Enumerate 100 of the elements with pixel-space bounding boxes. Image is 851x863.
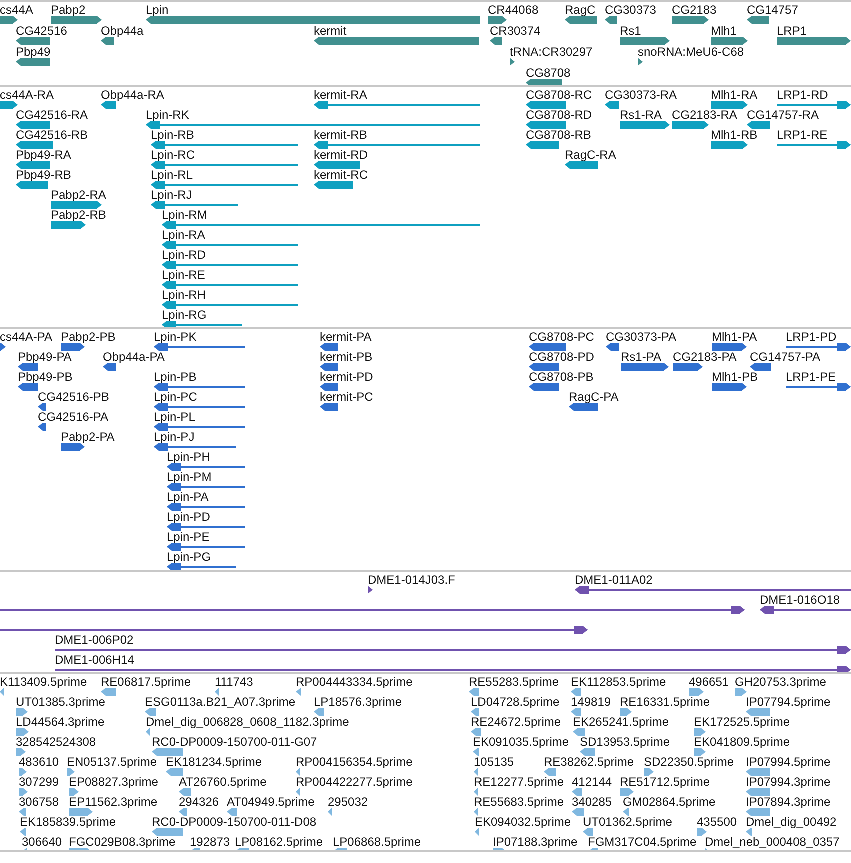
feature-glyph[interactable] <box>16 161 50 169</box>
feature-glyph[interactable] <box>320 403 338 411</box>
feature-glyph[interactable] <box>0 343 6 351</box>
feature-glyph[interactable] <box>638 58 643 66</box>
feature-glyph[interactable] <box>747 121 770 129</box>
feature-glyph[interactable] <box>672 16 709 24</box>
feature-glyph[interactable] <box>673 363 703 371</box>
feature-glyph[interactable] <box>529 383 559 391</box>
feature-glyph[interactable] <box>760 606 851 614</box>
feature-glyph[interactable] <box>18 383 38 391</box>
feature-glyph[interactable] <box>154 403 245 411</box>
feature-glyph[interactable] <box>16 181 48 189</box>
feature-glyph[interactable] <box>151 141 298 149</box>
feature-glyph[interactable] <box>61 343 85 351</box>
feature-label: snoRNA:MeU6-C68 <box>638 46 744 59</box>
feature-label: LP06868.5prime <box>333 836 422 849</box>
feature-glyph[interactable] <box>786 383 851 391</box>
feature-glyph[interactable] <box>605 101 619 109</box>
feature-glyph[interactable] <box>0 606 745 614</box>
feature-glyph[interactable] <box>526 121 566 129</box>
feature-glyph[interactable] <box>621 363 669 371</box>
feature-glyph[interactable] <box>747 16 769 24</box>
feature-glyph[interactable] <box>490 37 502 45</box>
feature-glyph[interactable] <box>55 666 851 672</box>
feature-glyph[interactable] <box>314 161 360 169</box>
feature-label: kermit-PD <box>320 371 374 384</box>
feature-glyph[interactable] <box>162 221 480 229</box>
feature-glyph[interactable] <box>101 37 114 45</box>
feature-glyph[interactable] <box>151 161 298 169</box>
feature-glyph[interactable] <box>167 483 245 491</box>
feature-glyph[interactable] <box>565 16 597 24</box>
feature-glyph[interactable] <box>488 16 507 24</box>
feature-glyph[interactable] <box>38 403 46 411</box>
feature-glyph[interactable] <box>154 383 245 391</box>
feature-glyph[interactable] <box>620 121 670 129</box>
feature-glyph[interactable] <box>750 363 771 371</box>
feature-glyph[interactable] <box>16 121 50 129</box>
feature-glyph[interactable] <box>605 16 617 24</box>
feature-glyph[interactable] <box>51 16 102 24</box>
feature-label: CG8708-RD <box>526 109 592 122</box>
feature-glyph[interactable] <box>151 201 238 209</box>
feature-glyph[interactable] <box>314 181 353 189</box>
feature-glyph[interactable] <box>320 363 338 371</box>
feature-glyph[interactable] <box>103 363 116 371</box>
feature-glyph[interactable] <box>0 626 588 634</box>
feature-glyph[interactable] <box>167 523 245 531</box>
feature-glyph[interactable] <box>712 343 747 351</box>
feature-glyph[interactable] <box>146 121 480 129</box>
feature-glyph[interactable] <box>154 343 245 351</box>
feature-glyph[interactable] <box>526 79 562 85</box>
feature-glyph[interactable] <box>38 423 46 431</box>
feature-glyph[interactable] <box>786 343 851 351</box>
feature-glyph[interactable] <box>569 403 598 411</box>
feature-glyph[interactable] <box>777 141 851 149</box>
feature-glyph[interactable] <box>777 37 851 45</box>
feature-glyph[interactable] <box>0 16 18 24</box>
feature-glyph[interactable] <box>162 281 298 289</box>
feature-glyph[interactable] <box>526 101 566 109</box>
feature-glyph[interactable] <box>167 463 245 471</box>
feature-glyph[interactable] <box>162 321 242 327</box>
feature-glyph[interactable] <box>711 101 748 109</box>
feature-glyph[interactable] <box>529 363 559 371</box>
feature-label: Mlh1-PB <box>712 371 758 384</box>
feature-glyph[interactable] <box>368 586 373 594</box>
feature-glyph[interactable] <box>101 101 116 109</box>
feature-glyph[interactable] <box>0 101 18 109</box>
feature-glyph[interactable] <box>320 343 338 351</box>
feature-glyph[interactable] <box>314 141 480 149</box>
feature-glyph[interactable] <box>51 221 86 229</box>
feature-glyph[interactable] <box>16 37 50 45</box>
feature-glyph[interactable] <box>167 563 236 570</box>
feature-glyph[interactable] <box>167 543 245 551</box>
feature-glyph[interactable] <box>712 383 747 391</box>
feature-glyph[interactable] <box>606 343 619 351</box>
feature-glyph[interactable] <box>711 37 748 45</box>
feature-label: RC0-DP0009-150700-011-D08 <box>152 816 317 829</box>
feature-glyph[interactable] <box>55 646 851 654</box>
feature-glyph[interactable] <box>620 37 670 45</box>
feature-glyph[interactable] <box>526 141 559 149</box>
feature-glyph[interactable] <box>565 161 598 169</box>
feature-glyph[interactable] <box>162 261 298 269</box>
feature-glyph[interactable] <box>529 343 566 351</box>
feature-glyph[interactable] <box>154 423 245 431</box>
feature-glyph[interactable] <box>51 201 102 209</box>
feature-glyph[interactable] <box>314 101 480 109</box>
feature-glyph[interactable] <box>320 383 338 391</box>
feature-glyph[interactable] <box>16 58 50 66</box>
feature-glyph[interactable] <box>167 503 245 511</box>
feature-glyph[interactable] <box>711 141 748 149</box>
feature-glyph[interactable] <box>154 443 236 451</box>
feature-glyph[interactable] <box>18 363 38 371</box>
feature-glyph[interactable] <box>510 58 515 66</box>
feature-glyph[interactable] <box>575 586 851 594</box>
feature-glyph[interactable] <box>162 301 298 309</box>
feature-glyph[interactable] <box>162 241 298 249</box>
feature-glyph[interactable] <box>61 443 85 451</box>
feature-glyph[interactable] <box>16 141 53 149</box>
feature-glyph[interactable] <box>672 121 709 129</box>
feature-glyph[interactable] <box>777 101 851 109</box>
feature-glyph[interactable] <box>151 181 298 189</box>
